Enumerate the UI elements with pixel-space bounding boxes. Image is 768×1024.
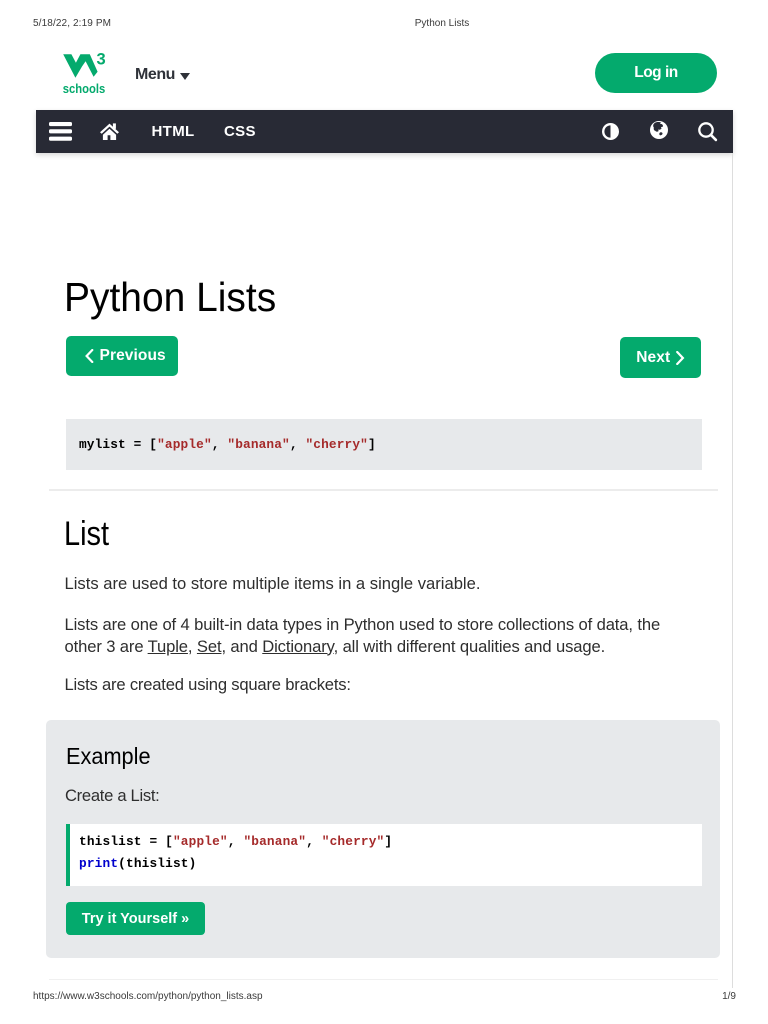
svg-text:schools: schools [63,81,106,96]
svg-text:3: 3 [97,53,106,69]
